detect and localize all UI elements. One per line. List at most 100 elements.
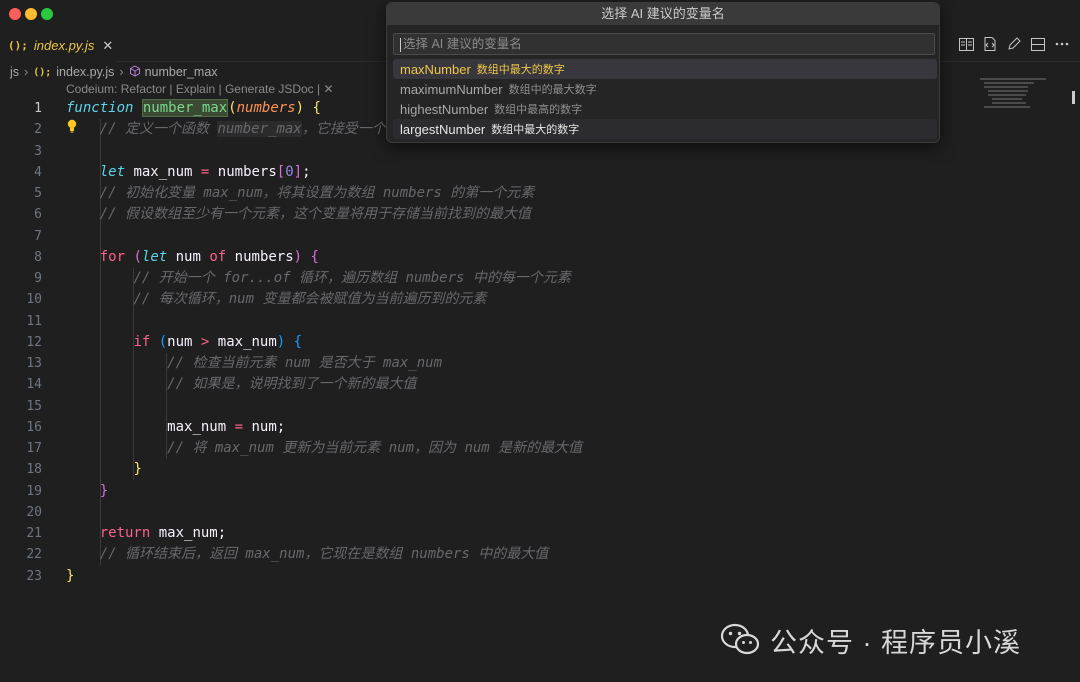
more-actions-icon[interactable] — [1054, 36, 1070, 52]
line-number: 6 — [34, 207, 42, 223]
line-number: 1 — [34, 101, 42, 116]
line-number: 21 — [26, 526, 42, 541]
tab-index-py-js[interactable]: (); index.py.js ✕ — [0, 28, 116, 62]
suggestion-description: 数组中最大的数字 — [491, 124, 580, 136]
close-tab-icon[interactable]: ✕ — [102, 38, 113, 54]
line-number: 23 — [26, 568, 42, 584]
keyword: let — [141, 248, 168, 265]
suggestion-name: maxNumber — [400, 61, 471, 77]
code-line: 4 let max_num = numbers[0]; — [0, 162, 975, 183]
breadcrumb-symbol[interactable]: number_max — [145, 65, 218, 79]
quick-pick-input[interactable]: 选择 AI 建议的变量名 — [393, 33, 935, 55]
quick-pick-item[interactable]: largestNumber 数组中最大的数字 — [393, 119, 937, 139]
line-number: 16 — [26, 419, 42, 435]
line-number: 19 — [26, 483, 42, 499]
code-line: 10 // 每次循环，num 变量都会被赋值为当前遍历到的元素 — [0, 289, 975, 310]
breadcrumb: js › (); index.py.js › number_max — [10, 62, 218, 82]
code-line: 16 max_num = num; — [0, 417, 975, 438]
function-name[interactable]: number_max — [141, 99, 229, 117]
js-file-icon: (); — [8, 39, 28, 52]
quick-pick-title: 选择 AI 建议的变量名 — [387, 3, 939, 25]
identifier: numbers — [234, 248, 294, 265]
comment: // 开始一个 for...of 循环，遍历数组 numbers 中的每一个元素 — [133, 270, 571, 286]
variable-name-quick-pick: 选择 AI 建议的变量名 选择 AI 建议的变量名 maxNumber 数组中最… — [386, 2, 940, 143]
split-editor-icon[interactable] — [1030, 36, 1046, 52]
line-number: 3 — [34, 143, 42, 159]
quick-pick-item[interactable]: maxNumber 数组中最大的数字 — [393, 59, 937, 79]
code-line: 3 — [0, 141, 975, 162]
line-number: 8 — [34, 249, 42, 265]
cube-icon — [129, 64, 141, 80]
identifier: num — [251, 418, 277, 435]
code-line: 19 } — [0, 481, 975, 502]
edit-pencil-icon[interactable] — [1006, 36, 1022, 52]
code-line: 5 // 初始化变量 max_num，将其设置为数组 numbers 的第一个元… — [0, 183, 975, 204]
line-number: 22 — [26, 547, 42, 563]
identifier: num — [167, 333, 193, 350]
comment: // 每次循环，num 变量都会被赋值为当前遍历到的元素 — [133, 291, 487, 308]
code-line: 23} — [0, 566, 975, 587]
codeium-codelens[interactable]: Codeium: Refactor | Explain | Generate J… — [66, 82, 334, 98]
comment: // 如果是，说明找到了一个新的最大值 — [167, 376, 417, 393]
suggestion-name: maximumNumber — [400, 81, 503, 97]
identifier: numbers — [217, 163, 277, 180]
line-number: 14 — [26, 377, 42, 393]
identifier: max_num — [217, 333, 277, 350]
line-number: 4 — [34, 164, 42, 180]
chevron-right-icon: › — [24, 65, 29, 79]
identifier: max_num — [133, 163, 193, 180]
code-editor[interactable]: 1 function number_max(numbers) { 2 // 定义一… — [0, 98, 975, 587]
quick-pick-item[interactable]: maximumNumber 数组中的最大数字 — [393, 79, 937, 99]
breadcrumb-folder[interactable]: js — [10, 65, 19, 79]
minimap[interactable] — [980, 78, 1050, 138]
line-number: 15 — [26, 398, 42, 414]
comment: // 将 max_num 更新为当前元素 num，因为 num 是新的最大值 — [167, 440, 583, 456]
quick-pick-item[interactable]: highestNumber 数组中最高的数字 — [393, 99, 937, 119]
code-line: 12 if (num > max_num) { — [0, 332, 975, 353]
code-line: 13 // 检查当前元素 num 是否大于 max_num — [0, 353, 975, 374]
keyword: for — [99, 248, 126, 265]
code-line: 7 — [0, 226, 975, 247]
suggestion-name: largestNumber — [400, 121, 486, 137]
js-file-icon: (); — [33, 66, 52, 78]
compare-file-icon[interactable] — [982, 36, 998, 52]
breadcrumb-file[interactable]: index.py.js — [56, 65, 114, 79]
suggestion-description: 数组中最大的数字 — [476, 64, 565, 76]
line-number: 18 — [26, 462, 42, 478]
code-line: 9 // 开始一个 for...of 循环，遍历数组 numbers 中的每一个… — [0, 268, 975, 289]
watermark: 公众号 · 程序员小溪 — [720, 620, 1021, 660]
comment: ，它接受一个 — [301, 121, 386, 138]
open-preview-icon[interactable] — [958, 36, 974, 52]
comment: // 检查当前元素 num 是否大于 max_num — [167, 355, 443, 371]
line-number: 7 — [34, 228, 42, 244]
keyword: return — [99, 525, 151, 541]
code-line: 18 } — [0, 459, 975, 480]
maximize-window-button[interactable] — [41, 8, 53, 20]
line-number: 11 — [26, 313, 42, 329]
comment: // 初始化变量 max_num，将其设置为数组 numbers 的第一个元素 — [99, 185, 535, 201]
line-number: 17 — [26, 441, 42, 456]
editor-actions — [958, 36, 1070, 52]
code-line: 8 for (let num of numbers) { — [0, 247, 975, 268]
line-number: 13 — [26, 356, 42, 371]
minimize-window-button[interactable] — [25, 8, 37, 20]
comment: // 定义一个函数 — [99, 121, 218, 138]
line-number: 5 — [34, 186, 42, 201]
code-line: 17 // 将 max_num 更新为当前元素 num，因为 num 是新的最大… — [0, 438, 975, 459]
code-line: 6 // 假设数组至少有一个元素，这个变量将用于存储当前找到的最大值 — [0, 204, 975, 225]
close-window-button[interactable] — [9, 8, 21, 20]
wechat-icon — [720, 623, 760, 655]
chevron-right-icon: › — [119, 65, 124, 79]
scrollbar-thumb[interactable] — [1072, 91, 1075, 104]
quick-pick-placeholder: 选择 AI 建议的变量名 — [403, 37, 522, 51]
code-line: 21 return max_num; — [0, 523, 975, 544]
line-number: 12 — [26, 334, 42, 350]
keyword: of — [209, 248, 227, 265]
comment: // 假设数组至少有一个元素，这个变量将用于存储当前找到的最大值 — [99, 206, 532, 223]
keyword: function — [66, 100, 134, 116]
suggestion-description: 数组中的最大数字 — [508, 84, 597, 96]
number-literal: 0 — [285, 163, 294, 180]
parameter: numbers — [236, 100, 296, 116]
identifier: num — [175, 248, 201, 265]
comment-highlight: number_max — [217, 121, 302, 138]
